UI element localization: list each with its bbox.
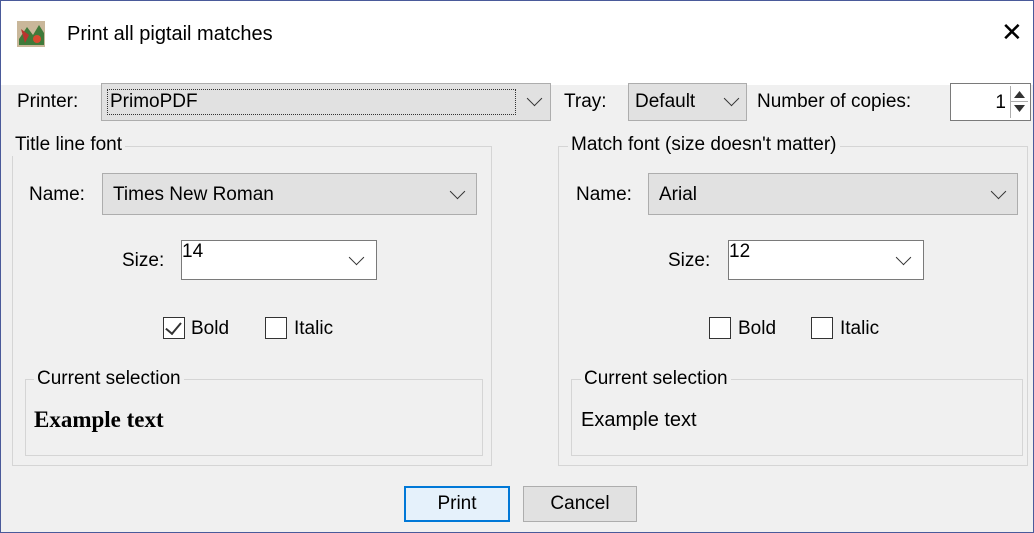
copies-spinner[interactable]: 1: [950, 83, 1031, 121]
title-bar: Print all pigtail matches ✕: [1, 1, 1033, 85]
chevron-down-icon: [449, 183, 466, 200]
tray-label: Tray:: [564, 91, 607, 112]
match-bold-checkbox[interactable]: [709, 317, 731, 339]
title-bold-label: Bold: [191, 318, 230, 339]
match-font-legend: Match font (size doesn't matter): [568, 134, 840, 156]
window-title: Print all pigtail matches: [67, 23, 273, 45]
arrow-up-icon[interactable]: [1014, 90, 1025, 98]
title-font-size-value: 14: [182, 241, 204, 262]
tray-value: Default: [635, 91, 696, 112]
title-font-name-label: Name:: [29, 184, 85, 205]
title-font-size-select[interactable]: 14: [181, 240, 377, 280]
match-selection-legend: Current selection: [581, 368, 731, 390]
printer-label: Printer:: [17, 91, 79, 112]
copies-value: 1: [995, 92, 1006, 113]
printer-select[interactable]: PrimoPDF: [101, 83, 551, 121]
print-button[interactable]: Print: [404, 486, 510, 522]
match-font-size-label: Size:: [668, 250, 711, 271]
tray-select[interactable]: Default: [628, 83, 747, 121]
title-font-size-label: Size:: [122, 250, 165, 271]
cancel-button[interactable]: Cancel: [523, 486, 637, 522]
app-icon: [17, 21, 45, 47]
title-bold-checkbox[interactable]: [163, 317, 185, 339]
match-font-name-select[interactable]: Arial: [648, 173, 1018, 215]
spin-buttons[interactable]: [1010, 86, 1028, 118]
printer-value: PrimoPDF: [110, 91, 198, 112]
chevron-down-icon: [895, 249, 912, 266]
match-example-text: Example text: [581, 409, 697, 431]
match-font-size-select[interactable]: 12: [728, 240, 924, 280]
title-font-name-select[interactable]: Times New Roman: [102, 173, 477, 215]
chevron-down-icon: [526, 90, 543, 107]
title-font-name-value: Times New Roman: [113, 184, 274, 205]
chevron-down-icon: [990, 183, 1007, 200]
title-font-legend: Title line font: [12, 134, 126, 156]
match-italic-checkbox[interactable]: [811, 317, 833, 339]
match-font-size-value: 12: [729, 241, 751, 262]
title-selection-legend: Current selection: [34, 368, 184, 390]
close-icon[interactable]: ✕: [1001, 19, 1023, 45]
match-font-name-label: Name:: [576, 184, 632, 205]
checkmark-icon: [165, 317, 182, 336]
title-italic-label: Italic: [294, 318, 334, 339]
match-font-name-value: Arial: [659, 184, 698, 205]
match-italic-label: Italic: [840, 318, 880, 339]
chevron-down-icon: [723, 90, 740, 107]
title-example-text: Example text: [34, 407, 164, 432]
print-dialog: Print all pigtail matches ✕ Printer: Pri…: [0, 0, 1034, 533]
chevron-down-icon: [348, 249, 365, 266]
copies-label: Number of copies:: [757, 91, 912, 112]
arrow-down-icon[interactable]: [1014, 105, 1025, 113]
title-italic-checkbox[interactable]: [265, 317, 287, 339]
match-bold-label: Bold: [738, 318, 777, 339]
